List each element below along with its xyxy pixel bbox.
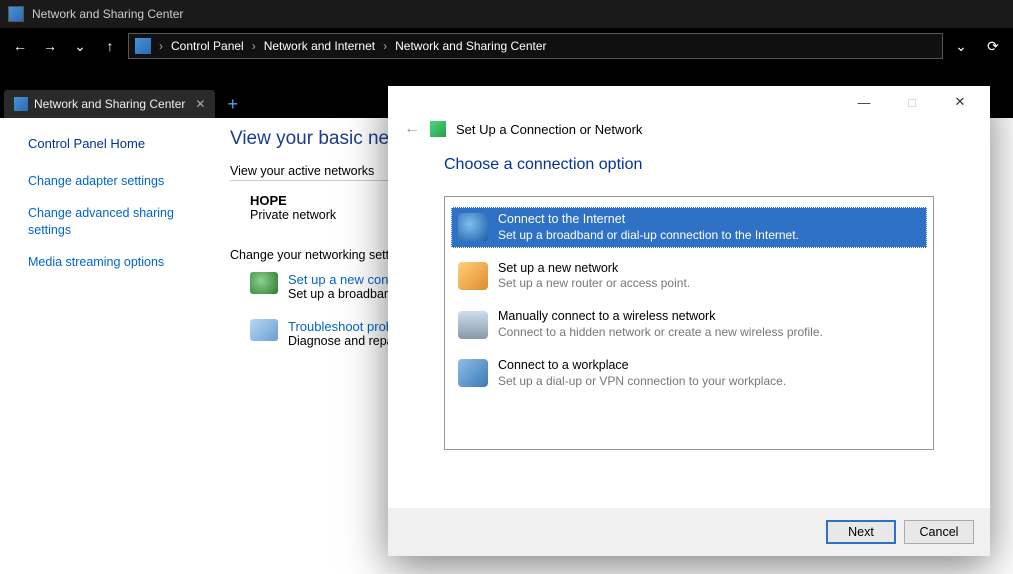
location-icon xyxy=(135,38,151,54)
wizard-body: Choose a connection option Connect to th… xyxy=(388,152,990,450)
setup-connection-icon xyxy=(250,272,278,294)
close-icon[interactable]: ✕ xyxy=(195,97,205,111)
task-desc: Diagnose and repai xyxy=(288,334,396,348)
troubleshoot-icon xyxy=(250,319,278,341)
option-list: Connect to the Internet Set up a broadba… xyxy=(444,196,934,450)
router-icon xyxy=(458,262,488,290)
sidebar: Control Panel Home Change adapter settin… xyxy=(0,118,210,574)
option-desc: Set up a broadband or dial-up connection… xyxy=(498,228,799,243)
forward-button[interactable]: → xyxy=(38,34,62,58)
option-desc: Set up a dial-up or VPN connection to yo… xyxy=(498,374,786,389)
chevron-right-icon: › xyxy=(155,39,167,53)
wizard-footer: Next Cancel xyxy=(388,508,990,556)
breadcrumb-item[interactable]: Network and Sharing Center xyxy=(395,39,546,53)
option-wireless[interactable]: Manually connect to a wireless network C… xyxy=(451,304,927,345)
section-active-nets: View your active networks xyxy=(230,164,390,181)
chevron-right-icon: › xyxy=(379,39,391,53)
option-title: Set up a new network xyxy=(498,261,690,277)
cancel-button[interactable]: Cancel xyxy=(904,520,974,544)
sidebar-item-adapter[interactable]: Change adapter settings xyxy=(28,173,190,189)
wizard-heading: Choose a connection option xyxy=(444,156,934,174)
task-title[interactable]: Set up a new conne xyxy=(288,272,403,287)
task-desc: Set up a broadband xyxy=(288,287,403,301)
wizard-icon xyxy=(430,121,446,137)
wizard-titlebar: — □ ✕ xyxy=(388,86,990,118)
wizard-back-icon[interactable]: ← xyxy=(404,120,420,138)
app-icon xyxy=(8,6,24,22)
new-tab-button[interactable]: + xyxy=(221,90,244,118)
window-titlebar: Network and Sharing Center xyxy=(0,0,1013,28)
sidebar-item-streaming[interactable]: Media streaming options xyxy=(28,254,190,270)
next-button[interactable]: Next xyxy=(826,520,896,544)
maximize-button[interactable]: □ xyxy=(890,88,934,116)
dropdown-icon[interactable]: ⌄ xyxy=(949,34,973,58)
window-title: Network and Sharing Center xyxy=(32,7,183,21)
wizard-dialog: — □ ✕ ← Set Up a Connection or Network C… xyxy=(388,86,990,556)
tab-icon xyxy=(14,97,28,111)
breadcrumb[interactable]: › Control Panel › Network and Internet ›… xyxy=(128,33,943,59)
wizard-title: Set Up a Connection or Network xyxy=(456,122,642,137)
option-workplace[interactable]: Connect to a workplace Set up a dial-up … xyxy=(451,353,927,394)
close-button[interactable]: ✕ xyxy=(938,88,982,116)
option-desc: Set up a new router or access point. xyxy=(498,276,690,291)
task-title[interactable]: Troubleshoot probl xyxy=(288,319,396,334)
breadcrumb-item[interactable]: Control Panel xyxy=(171,39,244,53)
option-connect-internet[interactable]: Connect to the Internet Set up a broadba… xyxy=(451,207,927,248)
option-title: Connect to a workplace xyxy=(498,358,786,374)
up-button[interactable]: ↑ xyxy=(98,34,122,58)
sidebar-home[interactable]: Control Panel Home xyxy=(28,136,190,151)
chevron-right-icon: › xyxy=(248,39,260,53)
navbar: ← → ⌄ ↑ › Control Panel › Network and In… xyxy=(0,28,1013,64)
breadcrumb-item[interactable]: Network and Internet xyxy=(264,39,375,53)
workplace-icon xyxy=(458,359,488,387)
back-button[interactable]: ← xyxy=(8,34,32,58)
minimize-button[interactable]: — xyxy=(842,88,886,116)
wizard-header: ← Set Up a Connection or Network xyxy=(388,118,990,152)
option-title: Manually connect to a wireless network xyxy=(498,309,823,325)
refresh-icon[interactable]: ⟳ xyxy=(981,34,1005,58)
option-title: Connect to the Internet xyxy=(498,212,799,228)
globe-icon xyxy=(458,213,488,241)
option-desc: Connect to a hidden network or create a … xyxy=(498,325,823,340)
recent-dropdown[interactable]: ⌄ xyxy=(68,34,92,58)
tab-label: Network and Sharing Center xyxy=(34,97,185,111)
tab-network-sharing[interactable]: Network and Sharing Center ✕ xyxy=(4,90,215,118)
option-new-network[interactable]: Set up a new network Set up a new router… xyxy=(451,256,927,297)
wireless-icon xyxy=(458,311,488,339)
sidebar-item-sharing[interactable]: Change advanced sharing settings xyxy=(28,205,190,238)
